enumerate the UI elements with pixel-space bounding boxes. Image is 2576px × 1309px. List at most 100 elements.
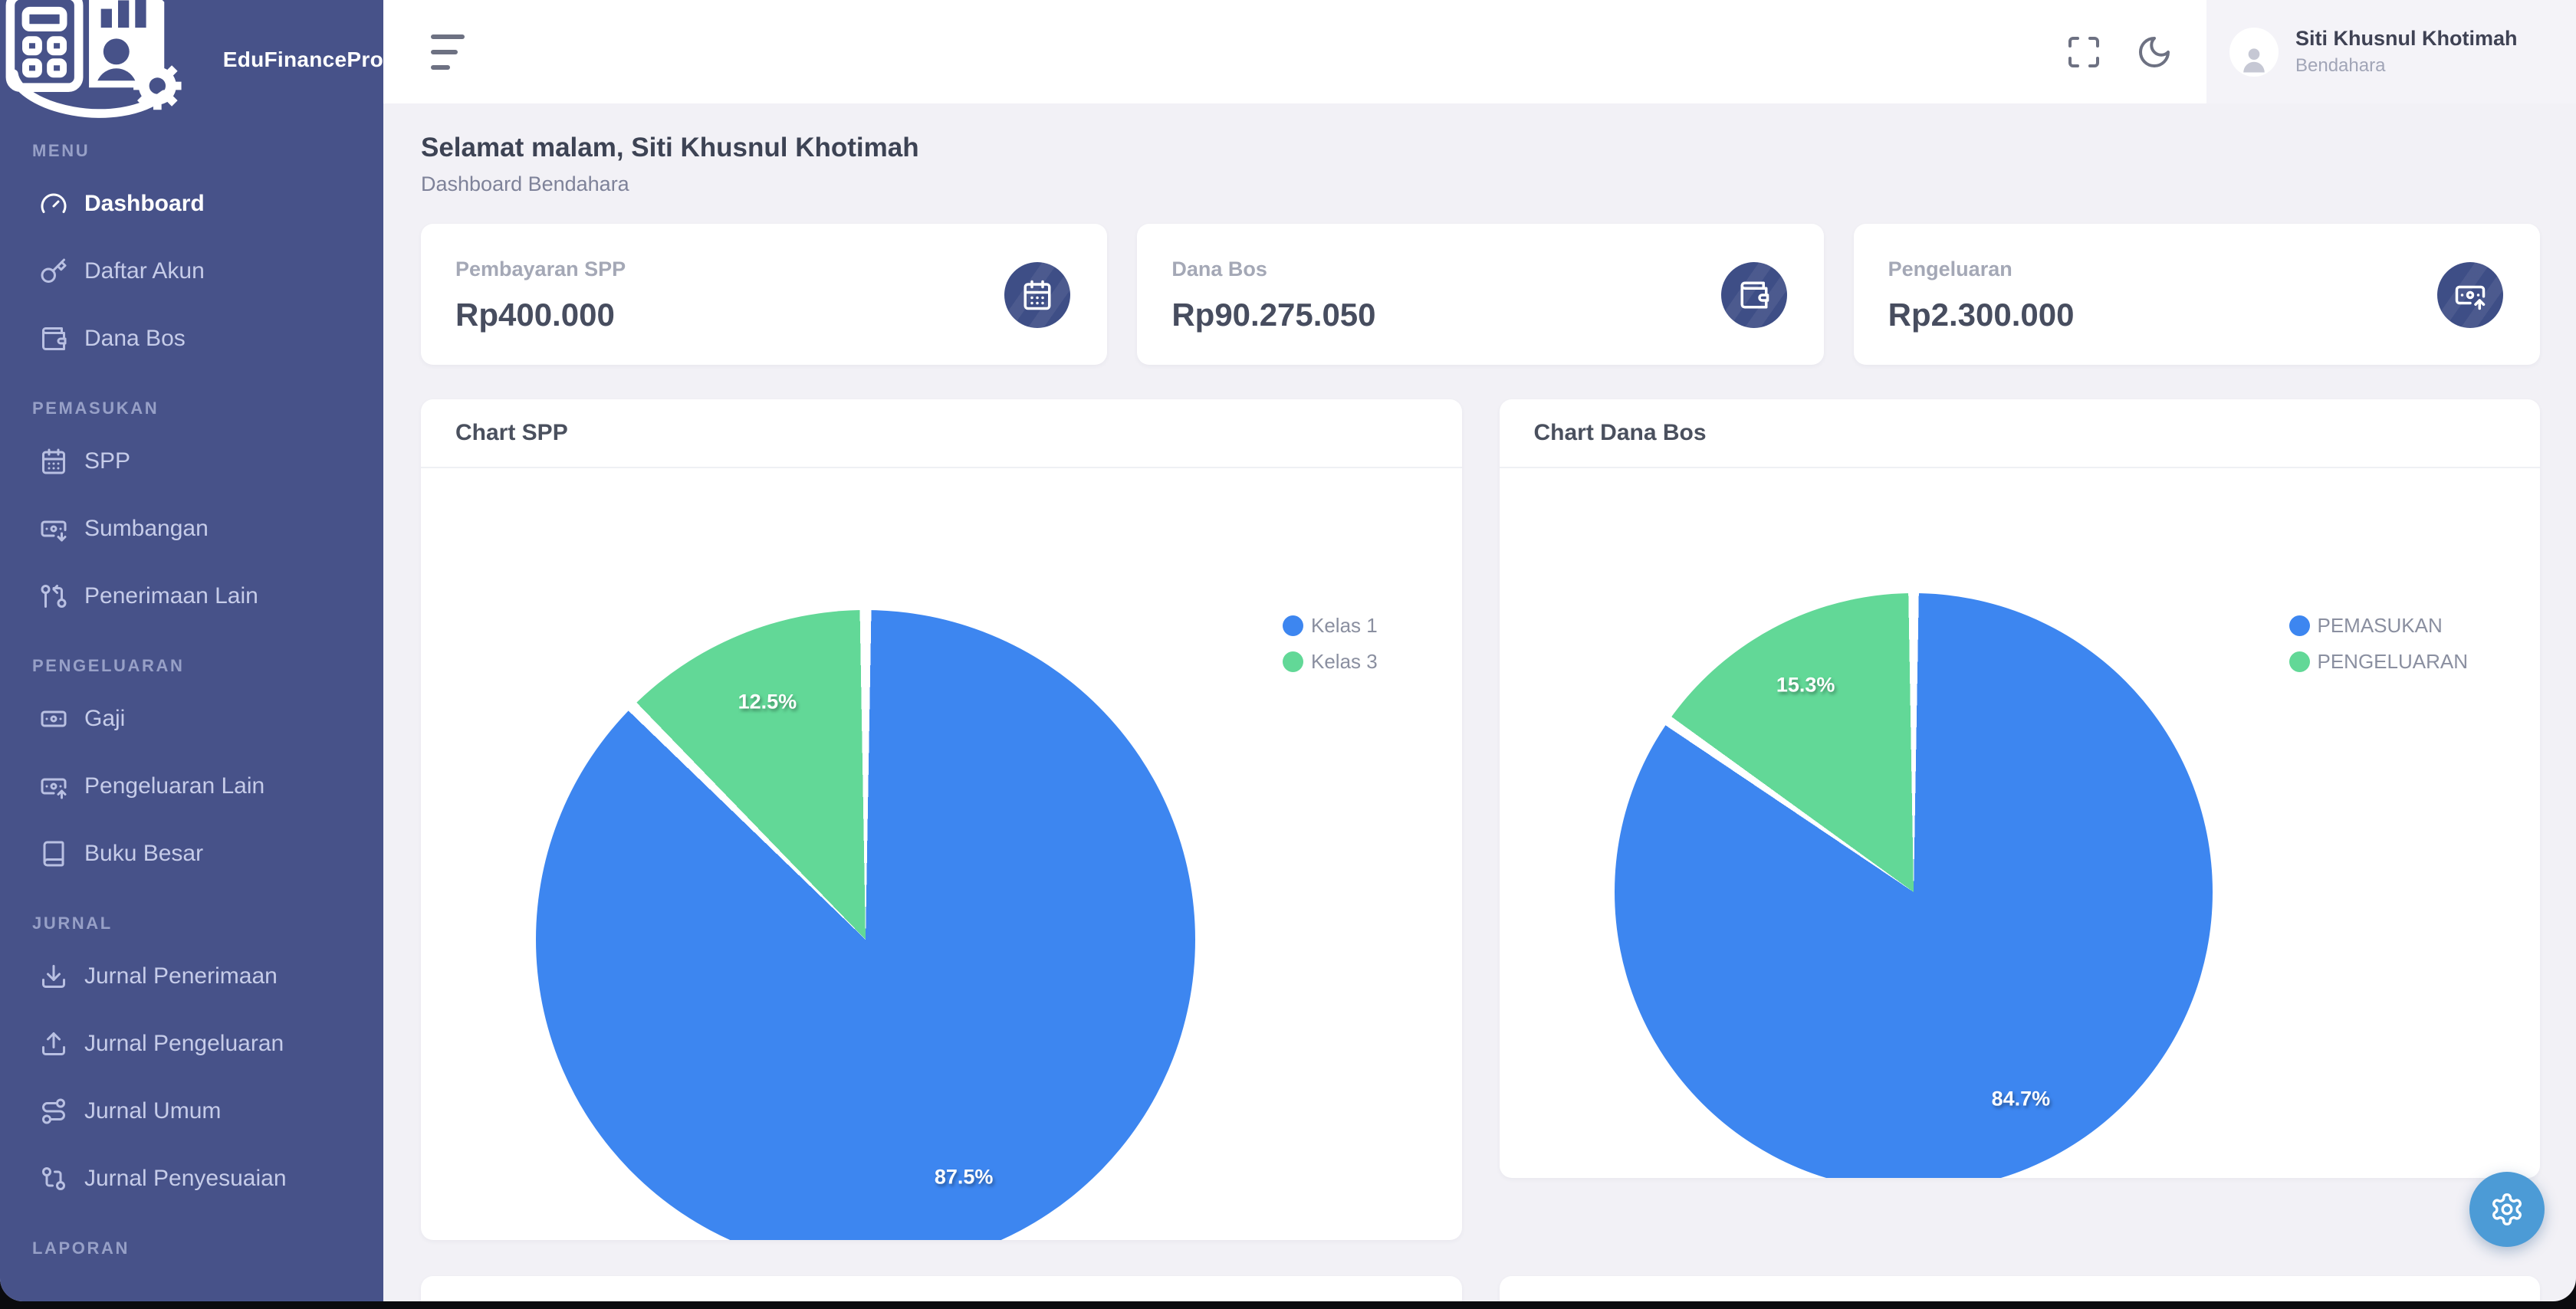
chart-card-chart-dana-bos: Chart Dana Bos 84.7% 15.3% PEMASUKAN PENGELU… [1500, 399, 2541, 1178]
stat-value: Rp2.300.000 [1888, 297, 2505, 333]
darkmode-button[interactable] [2136, 34, 2173, 71]
legend-item-pemasukan[interactable]: PEMASUKAN [2289, 608, 2469, 644]
sidebar-item-buku-besar[interactable]: Buku Besar [0, 820, 383, 887]
legend-dot [1283, 651, 1303, 672]
banknote-down-icon [40, 515, 67, 543]
maximize-icon [2065, 34, 2102, 71]
sidebar-item-label: Jurnal Penyesuaian [84, 1166, 287, 1192]
topbar: Siti Khusnul Khotimah Bendahara [383, 0, 2576, 103]
sidebar-item-sumbangan[interactable]: Sumbangan [0, 495, 383, 563]
sidebar-item-gaji[interactable]: Gaji [0, 685, 383, 753]
sidebar-item-label: SPP [84, 448, 130, 474]
legend-dot [2289, 615, 2310, 636]
stat-card-pembayaran-spp: Pembayaran SPP Rp400.000 [421, 224, 1107, 365]
user-menu[interactable]: Siti Khusnul Khotimah Bendahara [2206, 0, 2576, 103]
sidebar-item-label: Pengeluaran Lain [84, 773, 264, 799]
chart-header: Chart SPP [421, 399, 1462, 468]
stat-value: Rp400.000 [455, 297, 1073, 333]
sidebar-item-jurnal-pengeluaran[interactable]: Jurnal Pengeluaran [0, 1010, 383, 1078]
pie-chart[interactable]: 87.5% 12.5% [536, 610, 1195, 1240]
content: Selamat malam, Siti Khusnul Khotimah Das… [383, 103, 2576, 1301]
route-icon [40, 1097, 67, 1125]
legend-label: PENGELUARAN [2318, 650, 2469, 674]
calendar-icon [40, 448, 67, 475]
stat-card-pengeluaran: Pengeluaran Rp2.300.000 [1854, 224, 2540, 365]
user-icon [2229, 28, 2279, 77]
legend-item-kelas-1[interactable]: Kelas 1 [1283, 608, 1378, 644]
sidebar-item-label: Buku Besar [84, 841, 203, 867]
sidebar-item-jurnal-umum[interactable]: Jurnal Umum [0, 1078, 383, 1145]
sidebar-item-label: Dashboard [84, 191, 205, 217]
sidebar-item-label: Jurnal Penerimaan [84, 963, 278, 989]
menu-icon[interactable] [431, 34, 465, 70]
banknote-up-icon [2454, 279, 2486, 311]
sidebar-item-pengeluaran-lain[interactable]: Pengeluaran Lain [0, 753, 383, 820]
stat-label: Dana Bos [1171, 258, 1789, 281]
gauge-icon [40, 190, 67, 218]
nav-section-laporan: LAPORAN [0, 1237, 383, 1260]
user-name: Siti Khusnul Khotimah [2295, 27, 2518, 51]
topbar-right: Siti Khusnul Khotimah Bendahara [2065, 0, 2576, 103]
stat-label: Pembayaran SPP [455, 258, 1073, 281]
book-icon [40, 840, 67, 868]
nav-section-pengeluaran: PENGELUARAN [0, 654, 383, 677]
sidebar: EduFinancePro MENUDashboardDaftar AkunDa… [0, 0, 383, 1301]
fullscreen-button[interactable] [2065, 34, 2102, 71]
sidebar-item-penerimaan-lain[interactable]: Penerimaan Lain [0, 563, 383, 630]
legend-item-pengeluaran[interactable]: PENGELUARAN [2289, 644, 2469, 680]
legend-dot [2289, 651, 2310, 672]
app-window: EduFinancePro MENUDashboardDaftar AkunDa… [0, 0, 2576, 1301]
main-area: Siti Khusnul Khotimah Bendahara Selamat … [383, 0, 2576, 1301]
stat-label: Pengeluaran [1888, 258, 2505, 281]
chart-legend: Kelas 1 Kelas 3 [1283, 608, 1378, 680]
pie-value-label: 15.3% [1776, 674, 1835, 697]
stat-value: Rp90.275.050 [1171, 297, 1789, 333]
legend-dot [1283, 615, 1303, 636]
banknote-up-icon [40, 773, 67, 800]
wallet-icon [1738, 279, 1770, 311]
gear-icon [2489, 1192, 2525, 1227]
key-icon [40, 258, 67, 285]
app-logo[interactable]: EduFinancePro [0, 0, 383, 115]
pie-value-label: 84.7% [1992, 1087, 2051, 1111]
legend-label: PEMASUKAN [2318, 614, 2443, 638]
nav-section-jurnal: JURNAL [0, 912, 383, 935]
pie-value-label: 12.5% [738, 691, 797, 714]
stats-row: Pembayaran SPP Rp400.000 Dana Bos Rp90.275.… [421, 224, 2540, 365]
bottom-row [421, 1276, 2540, 1301]
sidebar-item-label: Jurnal Umum [84, 1098, 221, 1124]
app-name: EduFinancePro [223, 48, 383, 72]
sidebar-item-spp[interactable]: SPP [0, 428, 383, 495]
chart-card-chart-spp: Chart SPP 87.5% 12.5% Kelas 1 Kelas 3 [421, 399, 1462, 1240]
sidebar-item-label: Penerimaan Lain [84, 583, 258, 609]
sidebar-item-label: Jurnal Pengeluaran [84, 1031, 284, 1057]
chart-title: Chart SPP [455, 420, 568, 446]
sidebar-item-dashboard[interactable]: Dashboard [0, 170, 383, 238]
legend-label: Kelas 1 [1311, 614, 1378, 638]
settings-fab[interactable] [2469, 1172, 2545, 1247]
stat-icon-badge [1004, 262, 1070, 328]
sidebar-item-jurnal-penyesuaian[interactable]: Jurnal Penyesuaian [0, 1145, 383, 1212]
chart-header: Chart Dana Bos [1500, 399, 2541, 468]
edufinance-logo-icon [0, 0, 212, 153]
nav-section-pemasukan: PEMASUKAN [0, 397, 383, 420]
card-stub [421, 1276, 1462, 1301]
sidebar-item-label: Daftar Akun [84, 258, 205, 284]
stat-icon-badge [2437, 262, 2503, 328]
sidebar-item-daftar-akun[interactable]: Daftar Akun [0, 238, 383, 305]
page-subtitle: Dashboard Bendahara [421, 172, 2540, 196]
stat-icon-badge [1721, 262, 1787, 328]
upload-icon [40, 1030, 67, 1058]
sidebar-item-dana-bos[interactable]: Dana Bos [0, 305, 383, 372]
moon-icon [2136, 34, 2173, 71]
download-icon [40, 963, 67, 990]
chart-title: Chart Dana Bos [1534, 420, 1707, 446]
sidebar-nav: MENUDashboardDaftar AkunDana BosPEMASUKA… [0, 139, 383, 1260]
pie-chart[interactable]: 84.7% 15.3% [1615, 593, 2213, 1178]
pie-value-label: 87.5% [935, 1165, 994, 1189]
legend-item-kelas-3[interactable]: Kelas 3 [1283, 644, 1378, 680]
charts-row: Chart SPP 87.5% 12.5% Kelas 1 Kelas 3 Chart D… [421, 399, 2540, 1240]
banknote-icon [40, 705, 67, 733]
sidebar-item-jurnal-penerimaan[interactable]: Jurnal Penerimaan [0, 943, 383, 1010]
sidebar-item-label: Dana Bos [84, 326, 186, 352]
